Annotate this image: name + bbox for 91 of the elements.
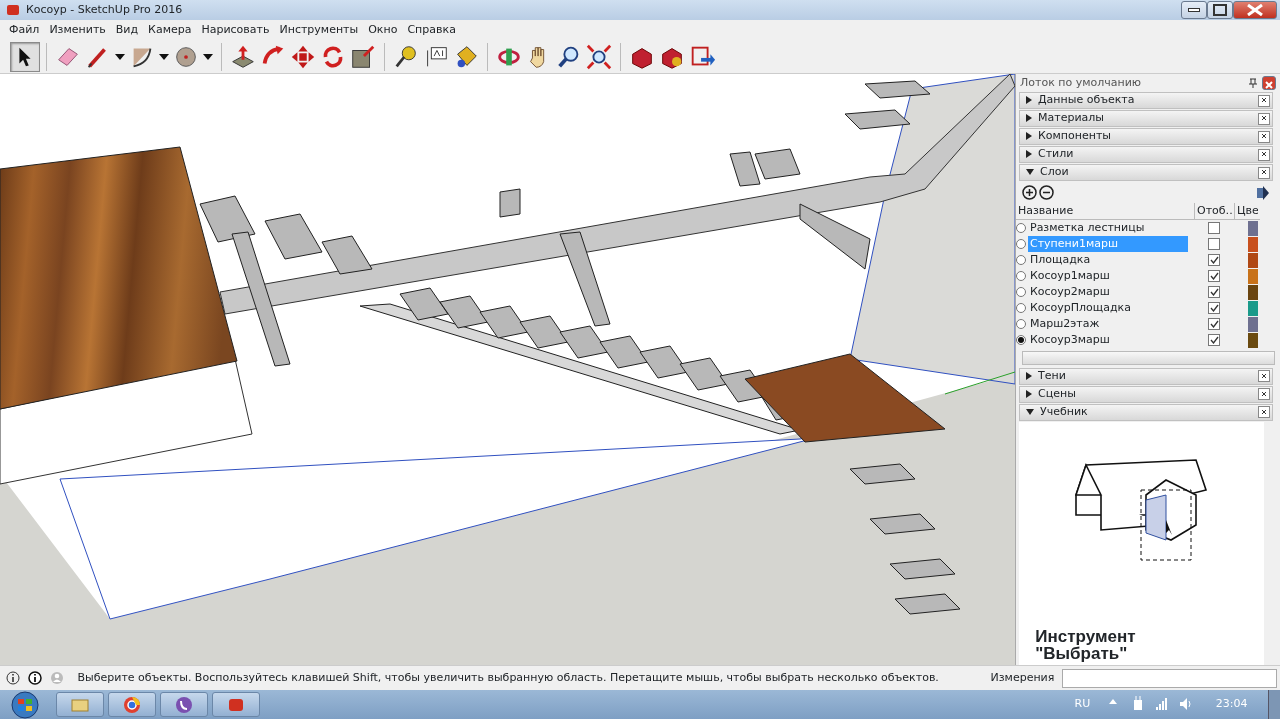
tray-section-header[interactable]: Компоненты [1019,128,1273,145]
layer-name[interactable]: КосоурПлощадка [1028,299,1188,317]
close-icon[interactable] [1258,112,1270,125]
color-swatch[interactable] [1248,284,1258,300]
close-icon[interactable] [1258,148,1270,161]
section-label: Стили [1038,146,1074,163]
radio-button[interactable] [1016,255,1026,265]
info-icon[interactable] [6,669,20,687]
color-swatch[interactable] [1248,300,1258,316]
color-swatch[interactable] [1248,316,1258,332]
section-label: Материалы [1038,110,1104,127]
window-title: Косоур - SketchUp Pro 2016 [26,1,184,18]
layer-name[interactable]: Марш2этаж [1028,315,1188,333]
color-swatch[interactable] [1248,236,1258,252]
browser-icon[interactable] [107,692,156,717]
layer-name[interactable]: Разметка лестницы [1028,219,1188,237]
layer-name[interactable]: Косоур2марш [1028,283,1188,301]
close-icon[interactable] [1258,406,1270,418]
radio-button[interactable] [1016,287,1026,297]
menu-item[interactable]: Файл [4,21,45,39]
menu-item[interactable]: Справка [402,21,461,39]
close-icon[interactable] [1258,370,1270,382]
remove-layer-icon[interactable] [1039,184,1055,202]
color-swatch[interactable] [1248,332,1258,348]
radio-button[interactable] [1016,319,1026,329]
close-button[interactable] [1233,1,1278,19]
tray-section-header[interactable]: Данные объекта [1019,92,1273,109]
minimize-icon [1188,8,1201,12]
tray-section-header[interactable]: Тени [1019,367,1273,385]
menu-item[interactable]: Вид [110,21,144,39]
signal-bars-icon[interactable] [1155,696,1170,713]
maximize-icon [1213,4,1228,16]
layer-name[interactable]: Площадка [1028,251,1188,269]
radio-button[interactable] [1016,303,1026,313]
close-icon[interactable] [1258,166,1270,179]
color-swatch[interactable] [1248,268,1258,284]
measurements-label: Измерения [990,669,1055,686]
visibility-checkbox[interactable] [1208,286,1220,298]
tray-section-header[interactable]: Материалы [1019,110,1273,127]
details-arrow-icon[interactable] [1257,184,1269,202]
section-label: Компоненты [1038,128,1111,145]
close-icon[interactable] [1258,388,1270,400]
color-swatch[interactable] [1248,220,1258,236]
horizontal-scrollbar[interactable] [1021,350,1275,365]
radio-button[interactable] [1016,271,1026,281]
section-label: Сцены [1038,385,1076,402]
status-message: Выберите объекты. Воспользуйтесь клавишей Shift, чтобы увеличить выбранную область. Перетащите мышь, чтобы выбрать несколько объектов. [77,669,940,686]
layer-name[interactable]: Косоур1марш [1028,267,1188,285]
tray-section-header[interactable]: Стили [1019,146,1273,163]
close-icon [1247,4,1264,16]
layer-name[interactable]: Косоур3марш [1028,331,1188,349]
column-header[interactable]: Цве [1234,203,1258,220]
tutorial-caption: Инструмент "Выбрать" [1035,628,1137,663]
visibility-checkbox[interactable] [1208,270,1220,282]
tray-section-header[interactable]: Учебник [1019,403,1273,421]
app-logo-icon[interactable] [211,692,260,717]
tray-section-header[interactable]: Слои [1019,164,1273,181]
radio-button[interactable] [1016,335,1026,345]
tray-title: Лоток по умолчанию [1020,74,1142,91]
section-label: Учебник [1040,403,1088,420]
measurements-field[interactable] [1062,668,1278,688]
menu-item[interactable]: Изменить [44,21,111,39]
menu-item[interactable]: Инструменты [274,21,364,39]
close-icon[interactable] [1258,130,1270,143]
visibility-checkbox[interactable] [1208,302,1220,314]
section-label: Слои [1040,164,1069,181]
menu-item[interactable]: Окно [363,21,403,39]
add-layer-icon[interactable] [1021,184,1037,202]
select-tool-button[interactable] [10,41,40,72]
menu-item[interactable]: Нарисовать [196,21,275,39]
visibility-checkbox[interactable] [1208,222,1220,234]
info-icon[interactable] [28,669,42,687]
folder-icon[interactable] [55,692,104,717]
menu-item[interactable]: Камера [143,21,197,39]
phone-chat-icon[interactable] [159,692,208,717]
section-label: Тени [1038,367,1066,384]
close-icon[interactable] [1258,94,1270,107]
color-swatch[interactable] [1248,252,1258,268]
visibility-checkbox[interactable] [1208,238,1220,250]
column-header[interactable]: Отоб… [1194,203,1234,220]
maximize-button[interactable] [1207,1,1234,19]
radio-button[interactable] [1016,223,1026,233]
tray-section-header[interactable]: Сцены [1019,385,1273,403]
section-label: Данные объекта [1038,92,1135,109]
visibility-checkbox[interactable] [1208,334,1220,346]
close-button[interactable] [1262,76,1276,90]
radio-button[interactable] [1016,239,1026,249]
visibility-checkbox[interactable] [1208,254,1220,266]
visibility-checkbox[interactable] [1208,318,1220,330]
minimize-button[interactable] [1181,1,1208,19]
column-header[interactable]: Название [1016,203,1194,220]
